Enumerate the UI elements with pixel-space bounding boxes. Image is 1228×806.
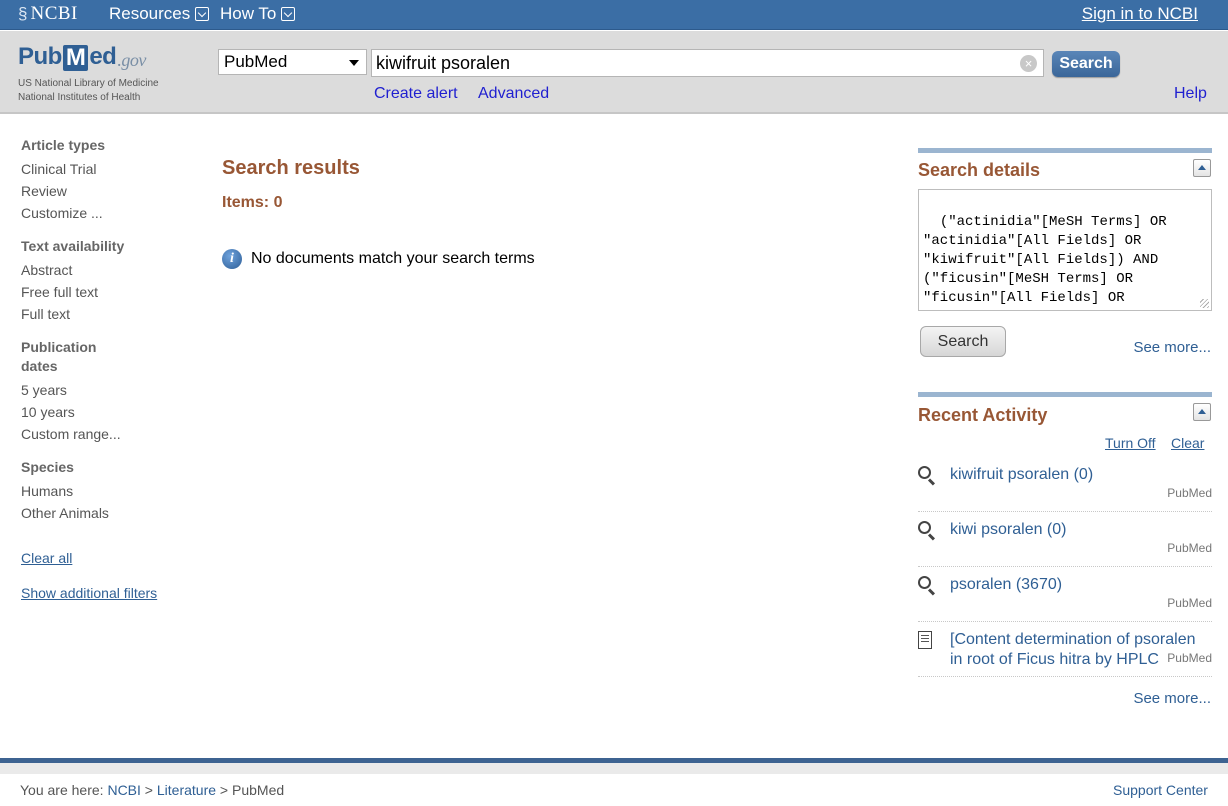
search-details-query-text: ("actinidia"[MeSH Terms] OR "actinidia"[… [923, 214, 1167, 310]
pubmed-logo[interactable]: Pub Med .gov US National Library of Medici… [18, 39, 178, 105]
search-details-see-more-link[interactable]: See more... [1133, 339, 1211, 356]
ncbi-top-bar: § NCBI Resources How To Sign in to NCBI [0, 0, 1228, 30]
chevron-down-icon [281, 7, 296, 21]
breadcrumb-ncbi[interactable]: NCBI [107, 782, 140, 798]
no-results-text: No documents match your search terms [251, 250, 535, 267]
search-input[interactable]: kiwifruit psoralen × [371, 49, 1044, 77]
items-count: Items: 0 [222, 194, 283, 211]
recent-activity-source: PubMed [1167, 541, 1212, 555]
logo-gov-text: .gov [117, 50, 146, 70]
filter-clinical-trial[interactable]: Clinical Trial [21, 158, 191, 180]
logo-m-text: M [62, 45, 89, 71]
how-to-menu[interactable]: How To [220, 4, 296, 24]
logo-pub-text: Pub [18, 43, 62, 70]
filter-other-animals[interactable]: Other Animals [21, 502, 191, 524]
breadcrumb: You are here: NCBI > Literature > PubMed [20, 782, 284, 798]
recent-activity-item[interactable]: psoralen (3670) PubMed [918, 575, 1212, 622]
sign-in-link[interactable]: Sign in to NCBI [1082, 4, 1198, 24]
recent-activity-divider [918, 392, 1212, 397]
show-additional-filters-link[interactable]: Show additional filters [21, 585, 191, 601]
filter-customize-article-types[interactable]: Customize ... [21, 202, 191, 224]
filters-sidebar: Article types Clinical Trial Review Cust… [21, 136, 191, 601]
recent-activity-link-line: [Content determination of psoralen [950, 631, 1196, 648]
database-select-value: PubMed [224, 52, 288, 71]
filter-group-text-availability: Text availability Abstract Free full tex… [21, 237, 191, 325]
recent-activity-item[interactable]: kiwi psoralen (0) PubMed [918, 520, 1212, 567]
recent-activity-item[interactable]: kiwifruit psoralen (0) PubMed [918, 465, 1212, 512]
filter-review[interactable]: Review [21, 180, 191, 202]
dropdown-arrow-icon [349, 60, 359, 66]
filter-heading: Species [21, 459, 74, 475]
filter-heading: Text availability [21, 238, 125, 254]
filter-5-years[interactable]: 5 years [21, 379, 191, 401]
recent-activity-see-more-link[interactable]: See more... [1133, 690, 1211, 707]
collapse-search-details-icon[interactable] [1193, 159, 1211, 177]
no-results-message: i No documents match your search terms [222, 249, 535, 269]
recent-activity-link[interactable]: kiwi psoralen (0) [950, 520, 1066, 540]
recent-activity-link[interactable]: [Content determination of psoralen in ro… [950, 630, 1195, 670]
recent-activity-source: PubMed [1167, 486, 1212, 500]
breadcrumb-label: You are here: [20, 782, 104, 798]
resources-menu-label: Resources [109, 4, 191, 23]
filter-custom-range[interactable]: Custom range... [21, 423, 191, 445]
filter-heading: Article types [21, 137, 106, 153]
breadcrumb-pubmed: PubMed [232, 782, 285, 798]
footer-shade [0, 763, 1228, 774]
nih-label: National Institutes of Health [18, 92, 141, 103]
breadcrumb-separator: > [144, 782, 153, 798]
chevron-down-icon [195, 7, 210, 21]
pubmed-logo-mark: Pub Med .gov [18, 39, 178, 71]
database-select[interactable]: PubMed [218, 49, 367, 75]
filter-10-years[interactable]: 10 years [21, 401, 191, 423]
logo-subtitle: US National Library of Medicine National… [18, 77, 178, 105]
filter-group-article-types: Article types Clinical Trial Review Cust… [21, 136, 191, 224]
filter-group-species: Species Humans Other Animals [21, 458, 191, 524]
pubmed-header: Pub Med .gov US National Library of Medici… [0, 31, 1228, 114]
recent-activity-link[interactable]: kiwifruit psoralen (0) [950, 465, 1093, 485]
search-details-search-button[interactable]: Search [920, 326, 1006, 357]
breadcrumb-literature[interactable]: Literature [157, 782, 216, 798]
clear-all-link[interactable]: Clear all [21, 550, 191, 566]
search-details-divider [918, 148, 1212, 153]
resize-handle-icon[interactable] [1200, 299, 1209, 308]
create-alert-link[interactable]: Create alert [374, 85, 458, 103]
recent-activity-link[interactable]: psoralen (3670) [950, 575, 1062, 595]
filter-full-text[interactable]: Full text [21, 303, 191, 325]
ncbi-logo-text: NCBI [30, 3, 78, 24]
filter-free-full-text[interactable]: Free full text [21, 281, 191, 303]
recent-activity-item[interactable]: [Content determination of psoralen in ro… [918, 630, 1212, 677]
info-icon: i [222, 249, 242, 269]
logo-ed-text: ed [89, 43, 117, 70]
how-to-menu-label: How To [220, 4, 277, 23]
clear-activity-link[interactable]: Clear [1171, 435, 1204, 451]
document-icon [918, 631, 936, 649]
dna-helix-icon: § [18, 4, 28, 23]
collapse-recent-activity-icon[interactable] [1193, 403, 1211, 421]
filter-abstract[interactable]: Abstract [21, 259, 191, 281]
resources-menu[interactable]: Resources [109, 4, 210, 24]
search-details-query-textarea[interactable]: ("actinidia"[MeSH Terms] OR "actinidia"[… [918, 189, 1212, 311]
recent-activity-source: PubMed [1167, 651, 1212, 665]
recent-activity-source: PubMed [1167, 596, 1212, 610]
search-results-heading: Search results [222, 157, 360, 179]
ncbi-logo[interactable]: § NCBI [18, 2, 78, 26]
advanced-search-link[interactable]: Advanced [478, 85, 549, 103]
search-button[interactable]: Search [1052, 51, 1120, 77]
magnifier-icon [918, 521, 936, 541]
filter-humans[interactable]: Humans [21, 480, 191, 502]
breadcrumb-separator: > [219, 782, 229, 798]
support-center-link[interactable]: Support Center [1113, 782, 1208, 798]
magnifier-icon [918, 576, 936, 596]
filter-heading: Publication dates [21, 339, 97, 374]
search-input-value: kiwifruit psoralen [376, 53, 511, 73]
recent-activity-heading: Recent Activity [918, 405, 1048, 425]
clear-search-icon[interactable]: × [1020, 55, 1037, 72]
nlm-label: US National Library of Medicine [18, 78, 159, 89]
search-details-heading: Search details [918, 160, 1041, 180]
magnifier-icon [918, 466, 936, 486]
recent-activity-link-line: in root of Ficus hitra by HPLC [950, 651, 1159, 668]
help-link[interactable]: Help [1174, 85, 1207, 103]
turn-off-activity-link[interactable]: Turn Off [1105, 435, 1156, 451]
filter-group-publication-dates: Publication dates 5 years 10 years Custo… [21, 338, 191, 445]
